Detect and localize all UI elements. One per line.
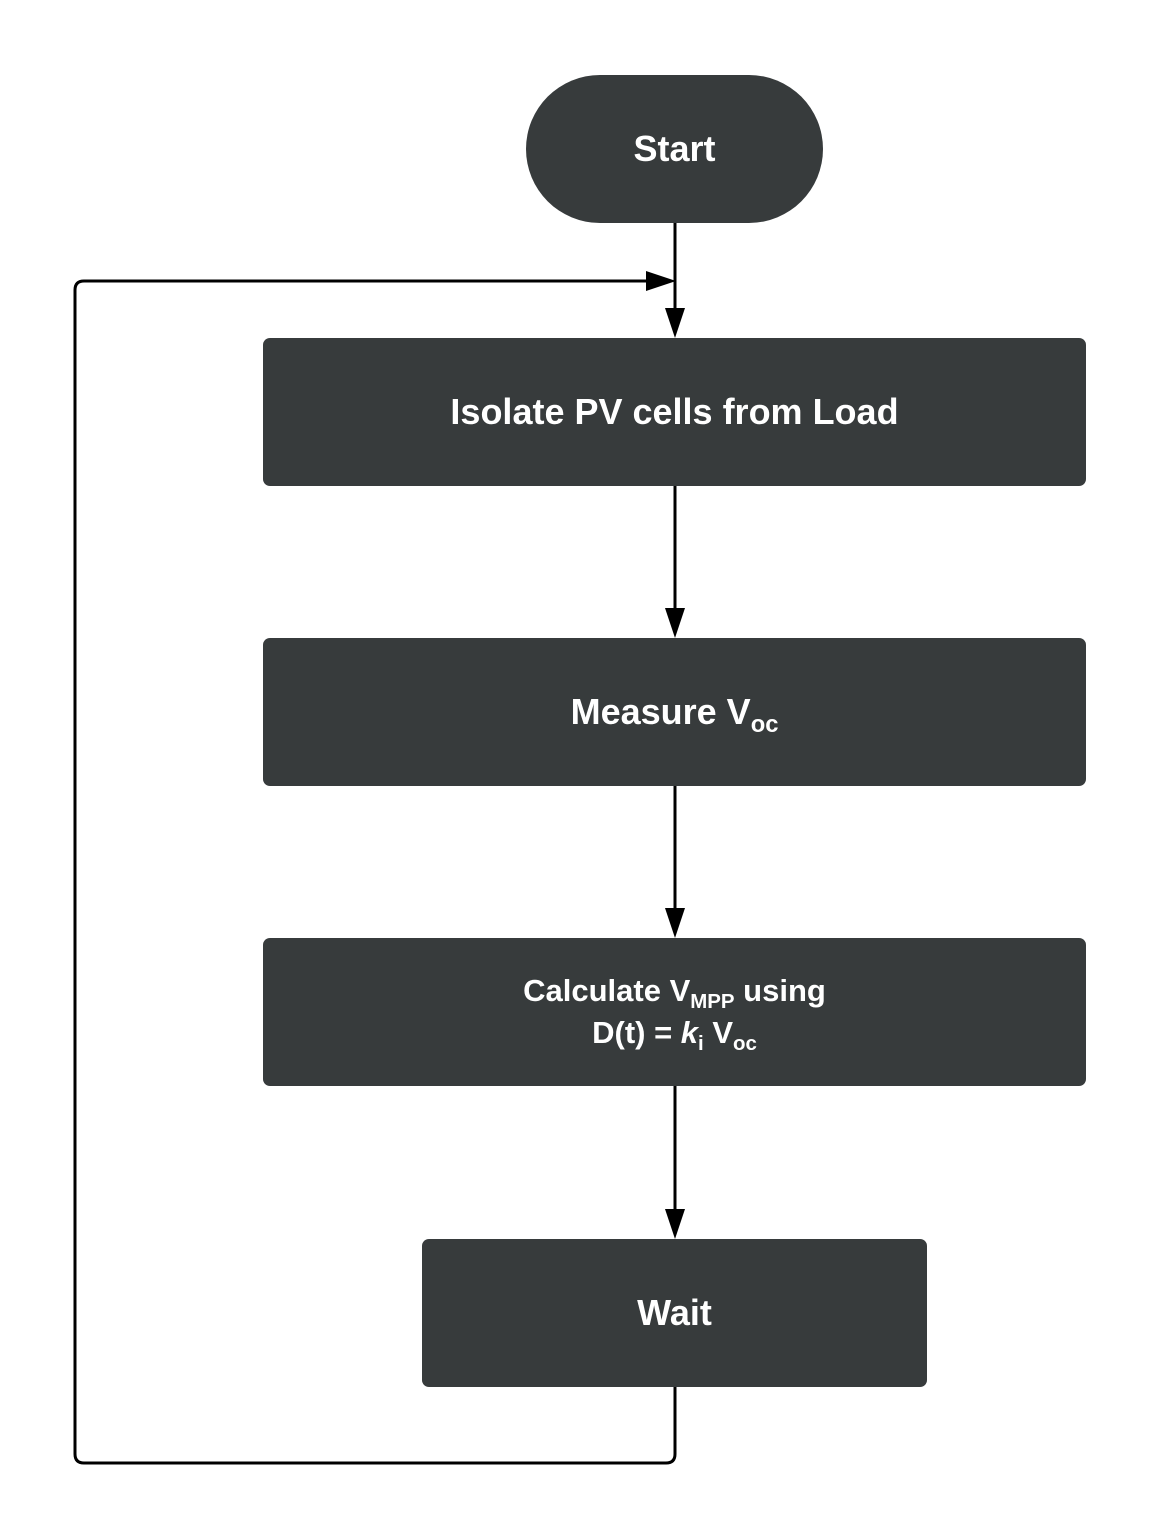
step-measure-text: Measure Voc [570, 691, 779, 736]
step-wait-label: Wait [637, 1292, 712, 1333]
step-calc-line-1: Calculate VMPP using [523, 970, 826, 1012]
start-terminal: Start [526, 75, 823, 223]
step-measure-voc: Measure Voc [263, 638, 1086, 786]
step-calc-line2-mid: V [703, 1015, 734, 1050]
step-wait: Wait [422, 1239, 927, 1387]
step-calc-line1-subscript: MPP [690, 989, 735, 1013]
arrowhead-wait [665, 1209, 685, 1239]
arrowhead-loop-return [646, 271, 676, 291]
arrowhead-calc [665, 908, 685, 938]
step-measure-subscript: oc [750, 710, 779, 738]
step-calc-line2-subscript: oc [733, 1031, 757, 1055]
step-calculate-vmpp: Calculate VMPP using D(t) = ki Voc [263, 938, 1086, 1086]
step-isolate-label: Isolate PV cells from Load [450, 391, 899, 432]
arrowhead-measure [665, 608, 685, 638]
step-isolate-pv-cells: Isolate PV cells from Load [263, 338, 1086, 486]
step-calc-line2-italic: k [680, 1015, 699, 1050]
step-calc-line1-suffix: using [734, 973, 826, 1008]
step-calc-line1-prefix: Calculate V [523, 973, 691, 1008]
step-measure-label: Measure V [570, 691, 751, 732]
step-calc-line-2: D(t) = ki Voc [592, 1012, 757, 1054]
step-calc-line2-italic-subscript: i [698, 1031, 704, 1055]
start-label: Start [633, 128, 716, 169]
arrowhead-isolate [665, 308, 685, 338]
step-calc-line2-prefix: D(t) = [592, 1015, 681, 1050]
